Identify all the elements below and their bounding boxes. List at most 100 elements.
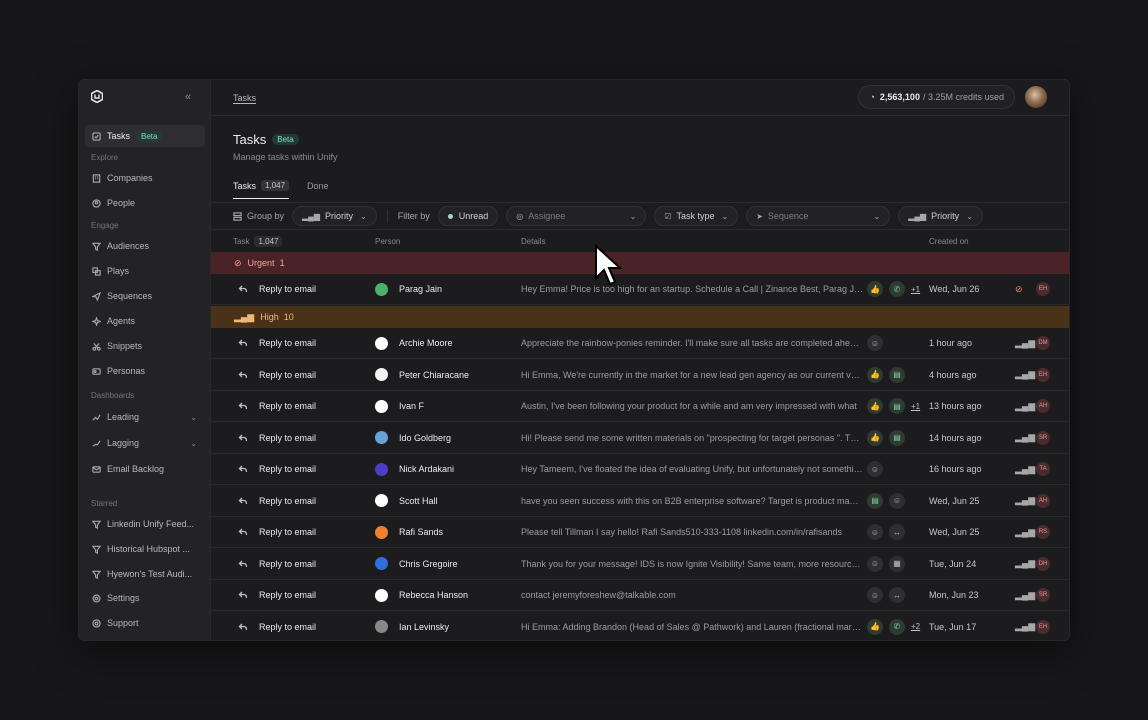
task-details[interactable]: Appreciate the rainbow-ponies reminder. … [521,338,863,348]
high-priority-icon[interactable]: ▂▄▆ [1015,338,1035,349]
sidebar-item-email-backlog[interactable]: Email Backlog [85,458,205,480]
group-header-high[interactable]: ▂▄▆ High 10 [211,306,1069,328]
person-name[interactable]: Archie Moore [399,338,453,348]
assignee-avatar[interactable]: EH [1036,282,1050,296]
table-row[interactable]: Reply to email Chris Gregoire Thank you fo… [211,549,1069,580]
assignee-select[interactable]: ◎ Assignee ⌄ [506,206,647,226]
phone-icon[interactable]: ✆ [889,281,905,297]
task-details[interactable]: Hi Emma: Adding Brandon (Head of Sales @… [521,622,863,632]
chat-icon[interactable]: ▤ [889,366,905,383]
sidebar-item-people[interactable]: People [85,192,205,214]
task-details[interactable]: Please tell Tillman I say hello! Rafi Sa… [521,527,863,537]
urgent-priority-icon[interactable]: ⊘ [1015,284,1023,295]
reply-icon[interactable] [238,464,248,474]
high-priority-icon[interactable]: ▂▄▆ [1015,527,1035,538]
user-avatar[interactable] [1025,86,1047,108]
reply-icon[interactable] [238,496,248,506]
chevron-down-icon[interactable]: ⌄ [190,439,197,448]
task-details[interactable]: contact jeremyforeshew@talkable.com [521,590,863,600]
thumb-icon[interactable]: 👍 [867,366,883,383]
assignee-avatar[interactable]: EH [1036,619,1050,634]
thumb-icon[interactable]: 👍 [867,398,883,414]
sidebar-item-starred-linkedin[interactable]: Linkedin Unify Feed... [85,513,205,535]
reply-icon[interactable] [238,338,248,348]
thumb-icon[interactable]: 👍 [867,618,883,635]
table-row[interactable]: Reply to email Peter Chiaracane Hi Emma, W… [211,360,1069,391]
reply-icon[interactable] [238,559,248,569]
priority-filter-select[interactable]: ▂▄▆ Priority ⌄ [898,206,983,226]
group-by-select[interactable]: ▂▄▆ Priority ⌄ [292,206,377,226]
sidebar-item-sequences[interactable]: Sequences [85,285,205,307]
chevron-down-icon[interactable]: ⌄ [190,413,197,422]
person-name[interactable]: Rebecca Hanson [399,590,468,600]
table-row[interactable]: Reply to email Parag Jain Hey Emma! Price … [211,274,1069,305]
more-actions-count[interactable]: +1 [911,285,920,294]
phone-icon[interactable]: ✆ [889,618,905,635]
smile-icon[interactable]: ☺ [889,492,905,509]
high-priority-icon[interactable]: ▂▄▆ [1015,590,1035,601]
sidebar-item-support[interactable]: Support [85,612,205,634]
assignee-avatar[interactable]: SR [1036,430,1050,445]
table-row[interactable]: Reply to email Nick Ardakani Hey Tameem, I… [211,454,1069,485]
thumb-icon[interactable]: 👍 [867,281,883,297]
chat-icon[interactable]: ▤ [867,492,883,509]
task-type-select[interactable]: ☑ Task type ⌄ [654,206,739,226]
table-row[interactable]: Reply to email Ido Goldberg Hi! Please sen… [211,423,1069,454]
credits-indicator[interactable]: ◔ 2,563,100 / 3.25M credits used [858,85,1015,109]
thumb-icon[interactable]: 👍 [867,429,883,446]
unify-logo-icon[interactable] [91,90,103,103]
unread-filter-chip[interactable]: Unread [437,206,499,226]
person-name[interactable]: Peter Chiaracane [399,370,469,380]
table-row[interactable]: Reply to email Ian Levinsky Hi Emma: Addin… [211,612,1069,641]
reply-icon[interactable] [238,284,248,294]
tab-done[interactable]: Done [307,180,329,199]
high-priority-icon[interactable]: ▂▄▆ [1015,621,1035,632]
person-name[interactable]: Nick Ardakani [399,464,454,474]
task-details[interactable]: Hi Emma, We're currently in the market f… [521,370,863,380]
sidebar-item-snippets[interactable]: Snippets [85,335,205,357]
sidebar-item-lagging[interactable]: Lagging ⌄ [85,432,205,454]
chat-icon[interactable]: ▤ [889,398,905,414]
doc-icon[interactable]: ▦ [889,555,905,572]
table-row[interactable]: Reply to email Scott Hall have you seen su… [211,486,1069,517]
chat-icon[interactable]: ▤ [889,429,905,446]
task-details[interactable]: Hey Tameem, I've floated the idea of eva… [521,464,863,474]
table-row[interactable]: Reply to email Rafi Sands Please tell Till… [211,517,1069,548]
high-priority-icon[interactable]: ▂▄▆ [1015,432,1035,443]
sequence-select[interactable]: ➤ Sequence ⌄ [746,206,891,226]
sidebar-item-leading[interactable]: Leading ⌄ [85,406,205,428]
task-details[interactable]: Hey Emma! Price is too high for an start… [521,284,863,294]
reply-icon[interactable] [238,590,248,600]
person-name[interactable]: Chris Gregoire [399,559,458,569]
high-priority-icon[interactable]: ▂▄▆ [1015,464,1035,475]
column-person[interactable]: Person [375,237,400,246]
high-priority-icon[interactable]: ▂▄▆ [1015,401,1035,412]
more-actions-count[interactable]: +1 [911,402,920,411]
swap-icon[interactable]: ↔ [889,524,905,540]
person-name[interactable]: Ivan F [399,401,424,411]
task-details[interactable]: Hi! Please send me some written material… [521,433,863,443]
assignee-avatar[interactable]: RS [1036,525,1050,539]
assignee-avatar[interactable]: AH [1036,399,1050,413]
collapse-sidebar-icon[interactable]: « [185,91,191,103]
sidebar-item-tasks[interactable]: Tasks Beta [85,125,205,147]
person-name[interactable]: Ian Levinsky [399,622,449,632]
column-created[interactable]: Created on [929,237,969,246]
person-name[interactable]: Parag Jain [399,284,442,294]
high-priority-icon[interactable]: ▂▄▆ [1015,369,1035,380]
smile-icon[interactable]: ☺ [867,587,883,603]
assignee-avatar[interactable]: DH [1036,556,1050,571]
sidebar-item-starred-hubspot[interactable]: Historical Hubspot ... [85,538,205,560]
assignee-avatar[interactable]: TA [1036,462,1050,476]
assignee-avatar[interactable]: DM [1036,336,1050,350]
task-details[interactable]: Austin, I've been following your product… [521,401,863,411]
sidebar-item-plays[interactable]: Plays [85,260,205,282]
sidebar-item-companies[interactable]: Companies [85,167,205,189]
reply-icon[interactable] [238,370,248,380]
task-details[interactable]: have you seen success with this on B2B e… [521,496,863,506]
smile-icon[interactable]: ☺ [867,555,883,572]
more-actions-count[interactable]: +2 [911,622,920,631]
person-name[interactable]: Ido Goldberg [399,433,451,443]
tab-tasks[interactable]: Tasks 1,047 [233,180,290,199]
assignee-avatar[interactable]: EH [1036,367,1050,382]
